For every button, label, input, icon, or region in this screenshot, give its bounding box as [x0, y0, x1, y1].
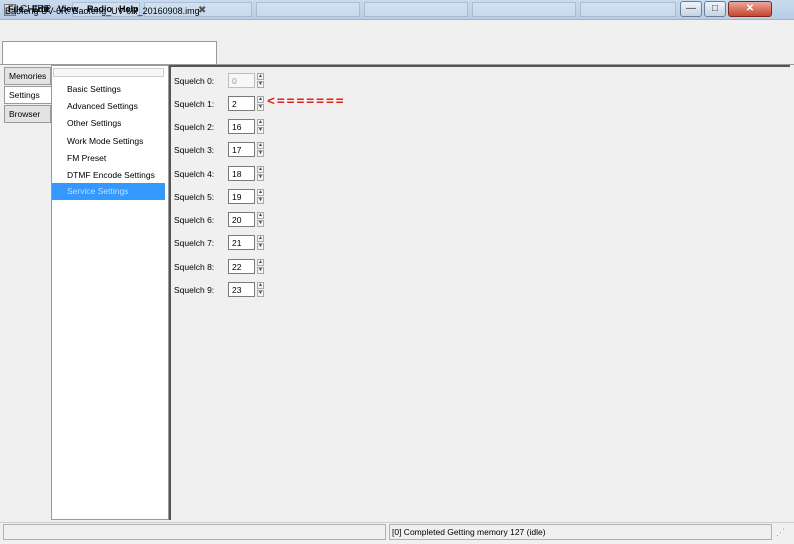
squelch-5-spinner[interactable]: ▲ ▼ [257, 189, 264, 204]
annotation-arrow: <======= [267, 94, 346, 109]
menu-bar [0, 20, 794, 39]
tree-item-fm-preset[interactable]: FM Preset [67, 153, 106, 163]
squelch-3-label: Squelch 3: [174, 145, 215, 155]
tab-settings[interactable]: Settings [4, 86, 51, 104]
squelch-6-spinner[interactable]: ▲ ▼ [257, 212, 264, 227]
squelch-5-input[interactable]: 19 [228, 189, 255, 204]
squelch-7-label: Squelch 7: [174, 238, 215, 248]
background-window-tab [364, 2, 468, 17]
squelch-1-input[interactable]: 2 [228, 96, 255, 111]
squelch-0-label: Squelch 0: [174, 76, 215, 86]
squelch-2-spinner[interactable]: ▲ ▼ [257, 119, 264, 134]
spin-up-icon[interactable]: ▲ [257, 235, 264, 242]
tree-item-other-settings[interactable]: Other Settings [67, 118, 121, 128]
squelch-7-input[interactable]: 21 [228, 235, 255, 250]
spin-down-icon[interactable]: ▼ [257, 267, 264, 274]
squelch-4-spinner[interactable]: ▲ ▼ [257, 166, 264, 181]
close-button[interactable]: ✕ [728, 1, 772, 17]
resize-grip-icon[interactable]: ⋰ [776, 527, 790, 541]
tab-memories[interactable]: Memories [4, 67, 51, 85]
minimize-button[interactable]: — [680, 1, 702, 17]
status-text: [0] Completed Getting memory 127 (idle) [392, 527, 546, 537]
squelch-8-input[interactable]: 22 [228, 259, 255, 274]
tree-item-basic-settings[interactable]: Basic Settings [67, 84, 121, 94]
maximize-button[interactable]: □ [704, 1, 726, 17]
spin-up-icon[interactable]: ▲ [257, 282, 264, 289]
squelch-8-spinner[interactable]: ▲ ▼ [257, 259, 264, 274]
spin-down-icon[interactable]: ▼ [257, 243, 264, 250]
squelch-3-input[interactable]: 17 [228, 142, 255, 157]
spin-up-icon[interactable]: ▲ [257, 166, 264, 173]
squelch-9-input[interactable]: 23 [228, 282, 255, 297]
squelch-1-spinner[interactable]: ▲ ▼ [257, 96, 264, 111]
squelch-9-label: Squelch 9: [174, 285, 215, 295]
spin-up-icon[interactable]: ▲ [257, 212, 264, 219]
squelch-2-label: Squelch 2: [174, 122, 215, 132]
spin-up-icon[interactable]: ▲ [257, 73, 264, 80]
spin-up-icon[interactable]: ▲ [257, 119, 264, 126]
tree-item-dtmf-encode-settings[interactable]: DTMF Encode Settings [67, 170, 155, 180]
spin-down-icon[interactable]: ▼ [257, 104, 264, 111]
spin-down-icon[interactable]: ▼ [257, 290, 264, 297]
tree-header [53, 68, 164, 77]
document-tab[interactable] [2, 41, 217, 64]
squelch-6-input[interactable]: 20 [228, 212, 255, 227]
background-window-tab [580, 2, 676, 17]
spin-up-icon[interactable]: ▲ [257, 189, 264, 196]
document-tab-label: Baofeng UV-6R: Baofeng_UV-6R_20160908.im… [5, 6, 204, 16]
status-pane-left [3, 524, 386, 540]
squelch-3-spinner[interactable]: ▲ ▼ [257, 142, 264, 157]
spin-down-icon[interactable]: ▼ [257, 127, 264, 134]
spin-up-icon[interactable]: ▲ [257, 96, 264, 103]
tree-item-work-mode-settings[interactable]: Work Mode Settings [67, 136, 143, 146]
spin-up-icon[interactable]: ▲ [257, 142, 264, 149]
squelch-4-input[interactable]: 18 [228, 166, 255, 181]
squelch-2-input[interactable]: 16 [228, 119, 255, 134]
squelch-9-spinner[interactable]: ▲ ▼ [257, 282, 264, 297]
squelch-0-input[interactable]: 0 [228, 73, 255, 88]
tab-browser[interactable]: Browser [4, 105, 51, 123]
spin-down-icon[interactable]: ▼ [257, 174, 264, 181]
spin-down-icon[interactable]: ▼ [257, 197, 264, 204]
spin-down-icon[interactable]: ▼ [257, 150, 264, 157]
squelch-4-label: Squelch 4: [174, 169, 215, 179]
background-window-tab [256, 2, 360, 17]
spin-down-icon[interactable]: ▼ [257, 220, 264, 227]
squelch-1-label: Squelch 1: [174, 99, 215, 109]
tree-item-advanced-settings[interactable]: Advanced Settings [67, 101, 138, 111]
squelch-0-spinner[interactable]: ▲ ▼ [257, 73, 264, 88]
tree-item-selected-label: Service Settings [67, 186, 129, 196]
squelch-7-spinner[interactable]: ▲ ▼ [257, 235, 264, 250]
spin-up-icon[interactable]: ▲ [257, 259, 264, 266]
settings-tree [51, 65, 169, 520]
squelch-6-label: Squelch 6: [174, 215, 215, 225]
squelch-5-label: Squelch 5: [174, 192, 215, 202]
squelch-8-label: Squelch 8: [174, 262, 215, 272]
spin-down-icon[interactable]: ▼ [257, 81, 264, 88]
close-tab-icon[interactable]: ✖ [198, 5, 206, 16]
background-window-tab [472, 2, 576, 17]
